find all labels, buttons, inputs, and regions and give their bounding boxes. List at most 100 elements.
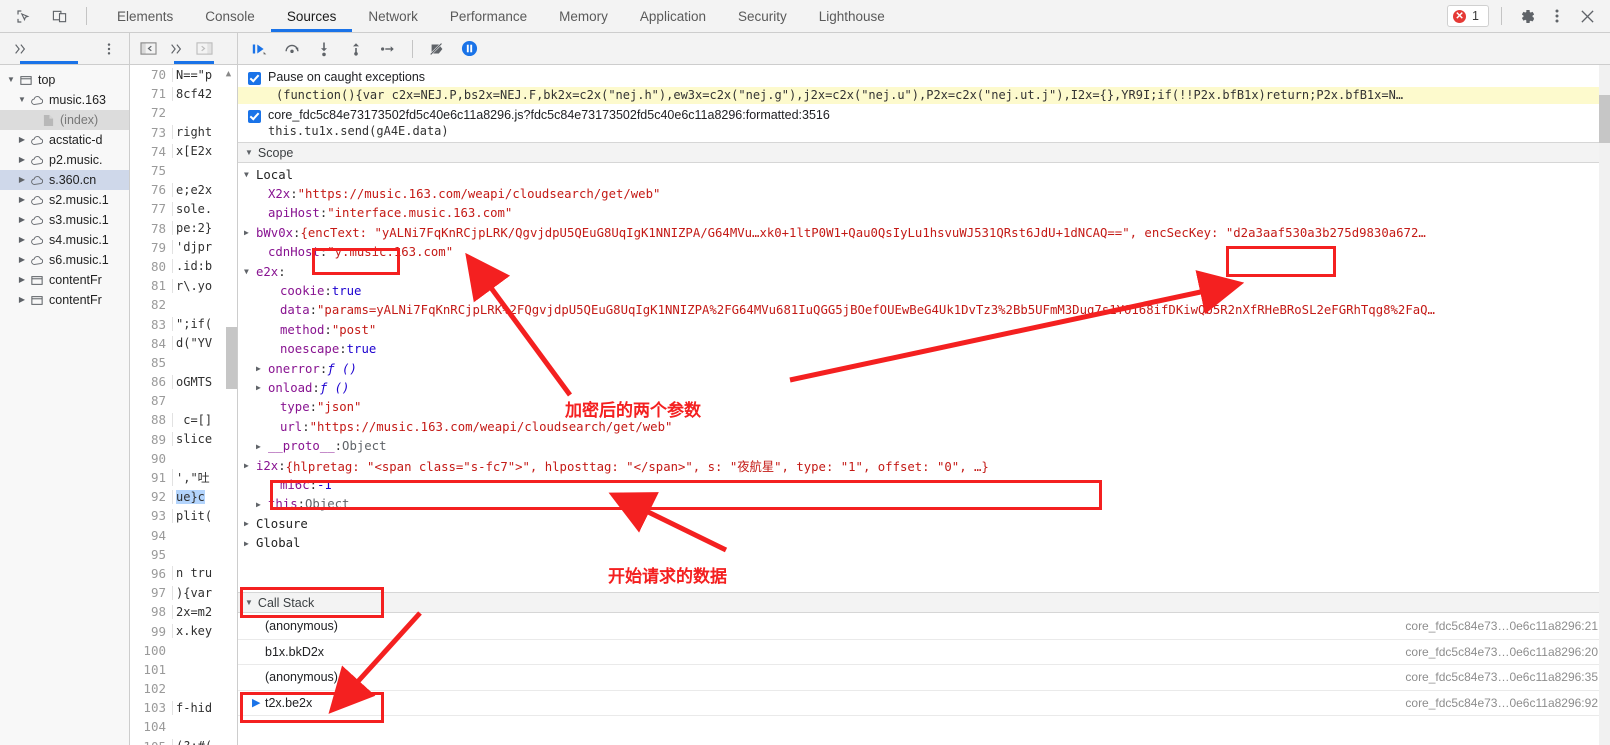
inspect-element-icon[interactable] bbox=[10, 3, 36, 29]
device-toolbar-icon[interactable] bbox=[46, 3, 72, 29]
source-line[interactable]: 87 bbox=[130, 391, 237, 410]
scope-entry[interactable]: noescape: true bbox=[238, 340, 1610, 359]
nav-tree-item[interactable]: ▶ s2.music.1 bbox=[0, 190, 129, 210]
deactivate-breakpoints-icon[interactable] bbox=[425, 37, 449, 61]
scope-section-header[interactable]: ▼ Scope bbox=[238, 142, 1610, 163]
debugger-scrollbar-thumb[interactable] bbox=[1599, 95, 1610, 143]
nav-tree-item[interactable]: ▼ music.163 bbox=[0, 90, 129, 110]
tree-twisty-icon[interactable]: ▶ bbox=[15, 130, 29, 150]
editor-more-tabs-icon[interactable] bbox=[164, 37, 188, 61]
scope-twisty-icon[interactable]: ▶ bbox=[244, 461, 256, 470]
tree-twisty-icon[interactable]: ▶ bbox=[15, 150, 29, 170]
source-line[interactable]: 105(?:#( bbox=[130, 737, 237, 745]
more-options-icon[interactable] bbox=[1544, 3, 1570, 29]
scope-entry[interactable]: ▶ onload: ƒ () bbox=[238, 378, 1610, 397]
show-navigator-icon[interactable] bbox=[136, 37, 160, 61]
source-line[interactable]: 77 sole. bbox=[130, 199, 237, 218]
source-line[interactable]: 70 N=="p bbox=[130, 65, 237, 84]
scope-entry[interactable]: ▶ this: Object bbox=[238, 495, 1610, 514]
scope-local-row[interactable]: ▼ Local bbox=[238, 165, 1610, 184]
source-line[interactable]: 73 right bbox=[130, 123, 237, 142]
source-line[interactable]: 92 ue}c bbox=[130, 487, 237, 506]
scope-twisty-icon[interactable]: ▶ bbox=[256, 442, 268, 451]
source-line[interactable]: 84 d("YV bbox=[130, 334, 237, 353]
tab-memory[interactable]: Memory bbox=[543, 0, 624, 32]
source-line[interactable]: 104 bbox=[130, 717, 237, 736]
scope-entry[interactable]: X2x: "https://music.163.com/weapi/clouds… bbox=[238, 184, 1610, 203]
scope-twisty-icon[interactable]: ▶ bbox=[244, 519, 256, 528]
scope-entry[interactable]: ▶ Global bbox=[238, 533, 1610, 552]
source-line[interactable]: 83 ";if( bbox=[130, 314, 237, 333]
source-line[interactable]: 75 bbox=[130, 161, 237, 180]
step-out-of-current-function-icon[interactable] bbox=[344, 37, 368, 61]
nav-tree-item[interactable]: ▼ top bbox=[0, 70, 129, 90]
source-line[interactable]: 94 bbox=[130, 526, 237, 545]
source-line[interactable]: 95 bbox=[130, 545, 237, 564]
scope-entry[interactable]: cookie: true bbox=[238, 281, 1610, 300]
pause-on-exceptions-icon[interactable] bbox=[457, 37, 481, 61]
tab-console[interactable]: Console bbox=[189, 0, 271, 32]
tab-performance[interactable]: Performance bbox=[434, 0, 543, 32]
source-line[interactable]: 91 ',"吐 bbox=[130, 468, 237, 487]
resume-script-execution-icon[interactable] bbox=[248, 37, 272, 61]
source-line[interactable]: 71 8cf42 bbox=[130, 84, 237, 103]
scope-twisty-icon[interactable]: ▶ bbox=[256, 383, 268, 392]
step-into-next-function-call-icon[interactable] bbox=[312, 37, 336, 61]
callstack-frame[interactable]: (anonymous) core_fdc5c84e73…0e6c11a8296:2… bbox=[238, 614, 1610, 640]
tree-twisty-icon[interactable]: ▶ bbox=[15, 210, 29, 230]
source-line[interactable]: 78 pe:2} bbox=[130, 219, 237, 238]
nav-tree-item[interactable]: ▶ s6.music.1 bbox=[0, 250, 129, 270]
navigator-more-tabs-icon[interactable] bbox=[8, 37, 32, 61]
debugger-scrollbar[interactable] bbox=[1599, 65, 1610, 745]
tree-twisty-icon[interactable]: ▶ bbox=[15, 270, 29, 290]
scope-twisty-icon[interactable]: ▶ bbox=[244, 539, 256, 548]
tree-twisty-icon[interactable]: ▶ bbox=[15, 290, 29, 310]
source-line[interactable]: 74 x[E2x bbox=[130, 142, 237, 161]
source-line[interactable]: 79 'djpr bbox=[130, 238, 237, 257]
tree-twisty-icon[interactable]: ▼ bbox=[15, 90, 29, 110]
source-line[interactable]: 101 bbox=[130, 660, 237, 679]
scope-entry[interactable]: ▶ i2x: {hlpretag: "<span class="s-fc7">",… bbox=[238, 456, 1610, 475]
nav-tree-item[interactable]: ▶ contentFr bbox=[0, 270, 129, 290]
source-line[interactable]: 99 x.key bbox=[130, 621, 237, 640]
source-scroll-up-icon[interactable]: ▲ bbox=[222, 67, 235, 81]
navigator-kebab-icon[interactable] bbox=[97, 37, 121, 61]
tree-twisty-icon[interactable]: ▶ bbox=[15, 250, 29, 270]
callstack-frame[interactable]: (anonymous) core_fdc5c84e73…0e6c11a8296:3… bbox=[238, 665, 1610, 691]
source-line[interactable]: 100 bbox=[130, 641, 237, 660]
close-icon[interactable] bbox=[1574, 3, 1600, 29]
scope-twisty-icon[interactable]: ▶ bbox=[256, 500, 268, 509]
source-line[interactable]: 76 e;e2x bbox=[130, 180, 237, 199]
step-over-next-function-call-icon[interactable] bbox=[280, 37, 304, 61]
tab-sources[interactable]: Sources bbox=[270, 0, 353, 32]
pause-on-caught-exceptions-row[interactable]: Pause on caught exceptions bbox=[238, 69, 1610, 86]
source-line[interactable]: 90 bbox=[130, 449, 237, 468]
source-line[interactable]: 96 n tru bbox=[130, 564, 237, 583]
show-debugger-icon[interactable] bbox=[192, 37, 216, 61]
error-count-badge[interactable]: ✕ 1 bbox=[1447, 5, 1489, 27]
tree-twisty-icon[interactable]: ▶ bbox=[15, 170, 29, 190]
nav-tree-item[interactable]: ▶ p2.music. bbox=[0, 150, 129, 170]
source-line[interactable]: 86 oGMTS bbox=[130, 372, 237, 391]
scope-entry[interactable]: method: "post" bbox=[238, 320, 1610, 339]
breakpoint-entry-row[interactable]: core_fdc5c84e73173502fd5c40e6c11a8296.js… bbox=[238, 107, 1610, 124]
source-line[interactable]: 80 .id:b bbox=[130, 257, 237, 276]
scope-entry[interactable]: data: "params=yALNi7FqKnRCjpLRK%2FQgvjdp… bbox=[238, 301, 1610, 320]
nav-tree-item[interactable]: ▶ s.360.cn bbox=[0, 170, 129, 190]
source-scrollbar-thumb[interactable] bbox=[226, 327, 237, 389]
breakpoint-checkbox[interactable] bbox=[248, 110, 261, 123]
source-line[interactable]: 81 r\.yo bbox=[130, 276, 237, 295]
scope-entry[interactable]: ▶ bWv0x: {encText: "yALNi7FqKnRCjpLRK/Qgv… bbox=[238, 223, 1610, 242]
tab-application[interactable]: Application bbox=[624, 0, 722, 32]
callstack-section-header[interactable]: ▼ Call Stack bbox=[238, 592, 1610, 613]
scope-entry[interactable]: mi6c: -1 bbox=[238, 475, 1610, 494]
source-line[interactable]: 82 bbox=[130, 295, 237, 314]
tree-twisty-icon[interactable]: ▶ bbox=[15, 190, 29, 210]
tab-security[interactable]: Security bbox=[722, 0, 803, 32]
scope-entry[interactable]: ▶ onerror: ƒ () bbox=[238, 359, 1610, 378]
scope-entry[interactable]: ▶ Closure bbox=[238, 514, 1610, 533]
nav-tree-item[interactable]: ▶ s3.music.1 bbox=[0, 210, 129, 230]
nav-tree-item[interactable]: ▶ contentFr bbox=[0, 290, 129, 310]
scope-entry[interactable]: ▼ e2x: bbox=[238, 262, 1610, 281]
source-line[interactable]: 102 bbox=[130, 679, 237, 698]
